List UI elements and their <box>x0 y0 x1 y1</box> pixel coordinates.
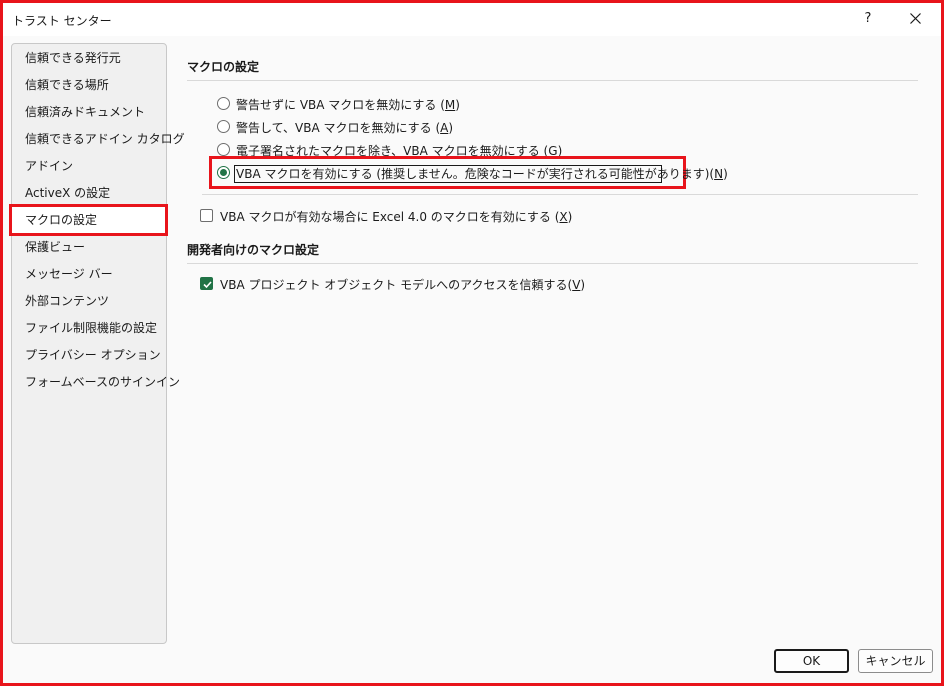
sidebar-item-external-content[interactable]: 外部コンテンツ <box>12 290 166 312</box>
sidebar-item-trusted-locations[interactable]: 信頼できる場所 <box>12 74 166 96</box>
sidebar-item-trusted-addin-catalogs[interactable]: 信頼できるアドイン カタログ <box>12 128 185 150</box>
sidebar-item-file-block[interactable]: ファイル制限機能の設定 <box>12 317 166 339</box>
sidebar-item-message-bar[interactable]: メッセージ バー <box>12 263 166 285</box>
sidebar-item-addins[interactable]: アドイン <box>12 155 166 177</box>
macro-settings-heading: マクロの設定 <box>187 60 260 74</box>
ok-button[interactable]: OK <box>774 649 849 673</box>
sidebar-item-protected-view[interactable]: 保護ビュー <box>12 236 166 258</box>
checkmark-icon <box>203 281 212 289</box>
sidebar-item-trusted-publishers[interactable]: 信頼できる発行元 <box>12 47 166 69</box>
radio-button[interactable] <box>217 143 230 156</box>
section-divider <box>202 194 918 195</box>
sidebar-item-privacy-options[interactable]: プライバシー オプション <box>12 344 166 366</box>
checkbox[interactable] <box>200 209 213 222</box>
title-bar: トラスト センター ? <box>3 3 941 36</box>
cancel-button[interactable]: キャンセル <box>858 649 933 673</box>
close-icon <box>910 13 921 24</box>
sidebar-item-form-signin[interactable]: フォームベースのサインイン <box>12 371 180 393</box>
help-button[interactable]: ? <box>856 9 880 29</box>
window-title: トラスト センター <box>12 14 112 28</box>
category-sidebar: 信頼できる発行元 信頼できる場所 信頼済みドキュメント 信頼できるアドイン カタ… <box>9 43 185 644</box>
section-divider <box>187 80 918 81</box>
checkbox-checked[interactable] <box>200 277 213 290</box>
sidebar-item-activex[interactable]: ActiveX の設定 <box>12 182 166 204</box>
radio-button[interactable] <box>217 120 230 133</box>
radio-button-checked[interactable] <box>217 166 230 179</box>
section-divider <box>187 263 918 264</box>
sidebar-item-macro-settings[interactable]: マクロの設定 <box>9 204 168 236</box>
developer-settings-heading: 開発者向けのマクロ設定 <box>187 243 320 257</box>
trust-center-dialog: トラスト センター ? 信頼できる発行元 信頼できる場所 信頼済みドキュメント … <box>3 3 941 683</box>
sidebar-item-trusted-documents[interactable]: 信頼済みドキュメント <box>12 101 166 123</box>
close-button[interactable] <box>901 7 931 31</box>
radio-button[interactable] <box>217 97 230 110</box>
